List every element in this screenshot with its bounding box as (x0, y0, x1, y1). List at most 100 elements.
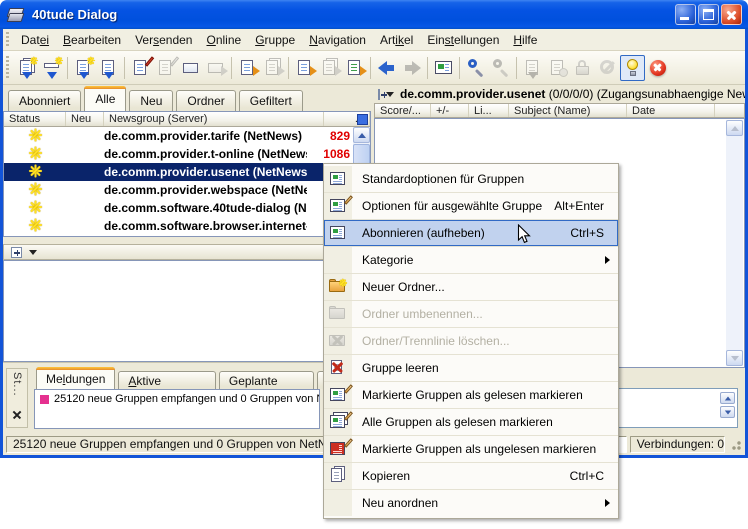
search-again-icon[interactable] (488, 55, 513, 81)
header-list-scrollbar[interactable] (726, 120, 743, 366)
horizontal-splitter[interactable] (3, 237, 371, 244)
expand-all-button[interactable] (11, 247, 22, 258)
menu-item-standardoptionen-für-gruppen[interactable]: Standardoptionen für Gruppen (324, 166, 618, 192)
scroll-down-button[interactable] (726, 350, 743, 366)
menubar-item-online[interactable]: Online (199, 31, 248, 49)
column-header-neu[interactable]: Neu (66, 112, 104, 126)
toolbar-grip-icon[interactable] (6, 56, 9, 79)
column-options-button[interactable] (357, 114, 368, 125)
dock-close-icon[interactable] (12, 410, 22, 420)
get-new-groups-icon[interactable] (14, 55, 39, 81)
article-view[interactable] (3, 260, 371, 362)
group-row[interactable]: de.comm.software.40tude-dialog (Net... (4, 199, 353, 217)
column-header-newsgroup-server[interactable]: Newsgroup (Server) (104, 112, 324, 126)
menu-item-neuer-ordner[interactable]: Neuer Ordner... (324, 274, 618, 300)
menubar-grip-icon[interactable] (6, 32, 9, 47)
scroll-up-button[interactable] (353, 127, 370, 143)
article-pane-header (3, 244, 371, 260)
minimize-button[interactable] (675, 4, 696, 25)
scroll-up-button[interactable] (726, 120, 743, 136)
lock-icon[interactable] (570, 55, 595, 81)
column-header-subject-name[interactable]: Subject (Name) (509, 104, 627, 117)
menu-item-kategorie[interactable]: Kategorie (324, 247, 618, 273)
copy-icon (324, 463, 352, 489)
get-group-list-icon[interactable] (39, 55, 64, 81)
column-header-date[interactable]: Date (627, 104, 715, 117)
messages-list[interactable]: 25120 neue Gruppen empfangen und 0 Grupp… (34, 389, 320, 429)
next-article-icon[interactable] (292, 55, 317, 81)
menubar-item-datei[interactable]: Datei (14, 31, 56, 49)
menu-item-markierte-gruppen-als-ungelesen-markieren[interactable]: Markierte Gruppen als ungelesen markiere… (324, 436, 618, 462)
no-entry-icon[interactable] (595, 55, 620, 81)
menubar-item-navigation[interactable]: Navigation (302, 31, 373, 49)
column-header-status[interactable]: Status (4, 112, 66, 126)
group-row[interactable]: de.comm.provider.webspace (NetNews) (4, 181, 353, 199)
app-icon (6, 7, 26, 23)
column-header-li[interactable]: Li... (469, 104, 509, 117)
group-view-tab-neu[interactable]: Neu (129, 90, 173, 111)
menu-item-abonnieren-aufheben[interactable]: Abonnieren (aufheben)Ctrl+S (324, 220, 618, 246)
group-row[interactable] (4, 235, 353, 236)
dock-side-strip[interactable]: St... (6, 368, 28, 428)
download-marked-icon[interactable] (520, 55, 545, 81)
next-unread-article-icon[interactable] (235, 55, 260, 81)
next-group-icon[interactable] (342, 55, 367, 81)
next-thread-icon[interactable] (317, 55, 342, 81)
menubar-item-einstellungen[interactable]: Einstellungen (420, 31, 506, 49)
group-row[interactable]: de.comm.provider.t-online (NetNews)1086 (4, 145, 353, 163)
header-list-columns[interactable]: Score/...+/-Li...Subject (Name)Date (374, 103, 745, 118)
spinner-up-button[interactable] (720, 392, 735, 404)
titlebar[interactable]: 40tude Dialog (0, 0, 748, 29)
selected-group-stats: (0/0/0/0) (Zugangsunabhaengige New (549, 87, 745, 101)
followup-article-icon[interactable] (153, 55, 178, 81)
stop-icon[interactable] (645, 55, 670, 81)
menubar-item-gruppe[interactable]: Gruppe (248, 31, 302, 49)
dock-tab-aktive-threads[interactable]: Aktive Threads (118, 371, 215, 389)
get-headers-icon[interactable] (96, 55, 121, 81)
menu-item-neu-anordnen[interactable]: Neu anordnen (324, 490, 618, 516)
menu-item-ordner-trennlinie-löschen[interactable]: Ordner/Trennlinie löschen... (324, 328, 618, 354)
forward-mail-icon[interactable] (203, 55, 228, 81)
resize-grip[interactable] (728, 437, 742, 451)
column-header-score[interactable]: Score/... (375, 104, 431, 117)
online-mode-icon[interactable] (620, 55, 645, 81)
column-header-[interactable]: +/- (431, 104, 469, 117)
group-view-tab-ordner[interactable]: Ordner (176, 90, 235, 111)
menubar-item-versenden[interactable]: Versenden (128, 31, 199, 49)
reply-mail-icon[interactable] (178, 55, 203, 81)
dock-tab-meldungen[interactable]: Meldungen (36, 367, 115, 389)
dock-tab-geplante-jobs[interactable]: Geplante Jobs (219, 371, 314, 389)
new-article-icon[interactable] (128, 55, 153, 81)
group-view-tab-abonniert[interactable]: Abonniert (8, 90, 81, 111)
group-view-tab-alle[interactable]: Alle (84, 86, 126, 111)
group-row[interactable]: de.comm.provider.tarife (NetNews)829 (4, 127, 353, 145)
menu-item-kopieren[interactable]: KopierenCtrl+C (324, 463, 618, 489)
close-button[interactable] (721, 4, 742, 25)
header-dropdown-icon[interactable] (29, 250, 37, 255)
search-icon[interactable] (463, 55, 488, 81)
spinner-down-button[interactable] (720, 406, 735, 418)
menu-item-gruppe-leeren[interactable]: Gruppe leeren (324, 355, 618, 381)
message-row[interactable]: 25120 neue Gruppen empfangen und 0 Grupp… (40, 393, 314, 405)
next-unread-thread-icon[interactable] (260, 55, 285, 81)
maximize-button[interactable] (698, 4, 719, 25)
group-view-tab-gefiltert[interactable]: Gefiltert (239, 90, 303, 111)
menubar-item-artikel[interactable]: Artikel (373, 31, 420, 49)
menu-item-markierte-gruppen-als-gelesen-markieren[interactable]: Markierte Gruppen als gelesen markieren (324, 382, 618, 408)
group-row[interactable]: de.comm.software.browser.internet-e... (4, 217, 353, 235)
group-context-menu: Standardoptionen für GruppenOptionen für… (323, 163, 619, 519)
menu-item-ordner-umbenennen[interactable]: Ordner umbenennen... (324, 301, 618, 327)
history-forward-icon[interactable] (399, 55, 424, 81)
get-new-headers-icon[interactable] (71, 55, 96, 81)
stamp-icon[interactable] (545, 55, 570, 81)
header-dropdown-icon[interactable] (386, 92, 394, 97)
history-back-icon[interactable] (374, 55, 399, 81)
group-row[interactable]: de.comm.provider.usenet (NetNews) (4, 163, 353, 181)
expand-all-button[interactable] (378, 89, 380, 100)
menu-item-alle-gruppen-als-gelesen-markieren[interactable]: Alle Gruppen als gelesen markieren (324, 409, 618, 435)
group-list-header[interactable]: StatusNeuNewsgroup (Server)... (4, 112, 370, 127)
menu-item-optionen-für-ausgewählte-gruppe[interactable]: Optionen für ausgewählte GruppeAlt+Enter (324, 193, 618, 219)
menubar-item-hilfe[interactable]: Hilfe (506, 31, 544, 49)
menubar-item-bearbeiten[interactable]: Bearbeiten (56, 31, 128, 49)
newsgroup-list-icon[interactable] (431, 55, 456, 81)
